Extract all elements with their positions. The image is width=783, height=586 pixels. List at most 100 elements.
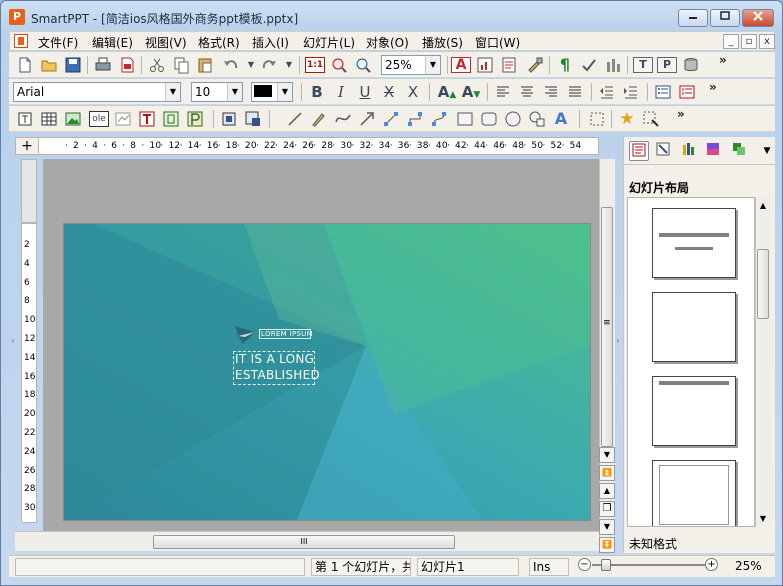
chevron-down-icon[interactable]: ▼: [277, 83, 292, 101]
cut-icon[interactable]: [147, 55, 167, 75]
zoom-fit-icon[interactable]: [329, 55, 349, 75]
strikethrough-button[interactable]: X: [379, 82, 399, 102]
previous-slide-button[interactable]: ▲: [599, 483, 615, 499]
menu-format[interactable]: 格式(R): [198, 34, 240, 51]
slide-heading-line2[interactable]: ESTABLISHED: [235, 368, 320, 382]
chevron-down-icon[interactable]: ▼: [425, 56, 440, 74]
justify-icon[interactable]: [565, 82, 585, 102]
shapes-icon[interactable]: [527, 109, 547, 129]
line-icon[interactable]: [285, 109, 305, 129]
text-color-icon[interactable]: A: [451, 57, 471, 73]
menu-play[interactable]: 播放(S): [422, 34, 463, 51]
paragraph-mark-icon[interactable]: ¶: [555, 55, 575, 75]
vertical-scroll-thumb[interactable]: ≡: [601, 207, 613, 447]
layout-blank[interactable]: [652, 292, 736, 362]
insert-chart-icon[interactable]: [475, 55, 495, 75]
zoom-slider-knob[interactable]: [601, 559, 612, 571]
text-box-icon[interactable]: [137, 109, 157, 129]
zoom-in-button[interactable]: +: [705, 558, 718, 571]
toolbar-overflow[interactable]: »: [719, 53, 727, 67]
panel-splitter-icon[interactable]: ›: [615, 331, 621, 351]
chevron-down-icon[interactable]: ▼: [165, 83, 180, 101]
slide-label-text[interactable]: LOREM IPSUM: [261, 330, 313, 338]
chevron-down-icon[interactable]: ▼: [227, 83, 242, 101]
notes-icon[interactable]: [499, 55, 519, 75]
ungroup-icon[interactable]: [243, 109, 263, 129]
ole-object-icon[interactable]: ole: [89, 111, 109, 127]
chevron-down-icon[interactable]: ▼: [757, 141, 777, 161]
open-folder-icon[interactable]: [39, 55, 59, 75]
italic-button[interactable]: I: [331, 82, 351, 102]
design-tab-icon[interactable]: [703, 141, 723, 161]
format-brush-icon[interactable]: [525, 55, 545, 75]
scroll-up-arrow-icon[interactable]: ▲: [755, 198, 771, 214]
elbow-connector-icon[interactable]: [405, 109, 425, 129]
layout-content-only[interactable]: [652, 460, 736, 526]
actual-size-icon[interactable]: 1:1: [305, 57, 325, 73]
animation-icon[interactable]: [641, 109, 661, 129]
menu-object[interactable]: 对象(O): [366, 34, 409, 51]
rounded-rectangle-icon[interactable]: [479, 109, 499, 129]
rectangle-icon[interactable]: [455, 109, 475, 129]
save-icon[interactable]: [63, 55, 83, 75]
text-frame-icon[interactable]: [15, 109, 35, 129]
ellipse-icon[interactable]: [503, 109, 523, 129]
export-pdf-icon[interactable]: [117, 55, 137, 75]
slide-tab-icon[interactable]: [629, 141, 649, 161]
align-center-icon[interactable]: [517, 82, 537, 102]
layout-list-scroll-thumb[interactable]: [757, 249, 769, 319]
indent-increase-icon[interactable]: [621, 82, 641, 102]
undo-icon[interactable]: [221, 55, 241, 75]
chart-icon[interactable]: [113, 109, 133, 129]
close-button[interactable]: [742, 9, 774, 27]
paste-icon[interactable]: [195, 55, 215, 75]
animation-tab-icon[interactable]: [729, 141, 749, 161]
spell-check-icon[interactable]: [579, 55, 599, 75]
arrow-icon[interactable]: [357, 109, 377, 129]
last-slide-button[interactable]: ⏬: [599, 537, 615, 553]
first-slide-button[interactable]: ⏫: [599, 465, 615, 481]
menu-window[interactable]: 窗口(W): [475, 34, 520, 51]
menu-insert[interactable]: 插入(I): [252, 34, 289, 51]
align-left-icon[interactable]: [493, 82, 513, 102]
copy-icon[interactable]: [171, 55, 191, 75]
group-icon[interactable]: [219, 109, 239, 129]
font-name-combobox[interactable]: Arial ▼: [13, 82, 181, 102]
star-icon[interactable]: ★: [617, 109, 637, 129]
frame-icon[interactable]: [161, 109, 181, 129]
slide-heading-line1[interactable]: IT IS A LONG: [235, 352, 314, 366]
numbered-list-icon[interactable]: [677, 82, 697, 102]
layout-list[interactable]: [627, 197, 755, 527]
toolbar-overflow[interactable]: »: [677, 107, 685, 121]
font-color-picker[interactable]: ▼: [251, 82, 293, 102]
menu-view[interactable]: 视图(V): [145, 34, 187, 51]
menu-file[interactable]: 文件(F): [38, 34, 78, 51]
new-document-icon[interactable]: [15, 55, 35, 75]
table-icon[interactable]: [39, 109, 59, 129]
slide[interactable]: [63, 223, 591, 521]
ruler-corner-icon[interactable]: +: [15, 137, 39, 155]
slide-icon[interactable]: T: [633, 57, 653, 73]
next-slide-button[interactable]: ▼: [599, 519, 615, 535]
indent-decrease-icon[interactable]: [597, 82, 617, 102]
zoom-combobox[interactable]: 25% ▼: [381, 55, 441, 75]
curve-icon[interactable]: [333, 109, 353, 129]
layout-title-subtitle[interactable]: [652, 208, 736, 278]
horizontal-scroll-thumb[interactable]: III: [153, 535, 455, 549]
connector-icon[interactable]: [381, 109, 401, 129]
placeholder-icon[interactable]: [185, 109, 205, 129]
left-splitter-icon[interactable]: ›: [10, 331, 16, 351]
mdi-minimize-button[interactable]: _: [723, 34, 739, 49]
scroll-down-arrow-icon[interactable]: ▼: [599, 447, 615, 463]
minimize-button[interactable]: [678, 9, 708, 27]
database-icon[interactable]: [681, 55, 701, 75]
underline-button[interactable]: U: [355, 82, 375, 102]
document-icon[interactable]: [14, 34, 28, 48]
layout-tab-icon[interactable]: [679, 141, 699, 161]
maximize-button[interactable]: [710, 9, 740, 27]
menu-edit[interactable]: 编辑(E): [92, 34, 133, 51]
bullet-list-icon[interactable]: [653, 82, 673, 102]
wordart-icon[interactable]: A: [551, 109, 571, 129]
shrink-font-icon[interactable]: A▼: [461, 82, 481, 102]
outline-tab-icon[interactable]: [653, 141, 673, 161]
